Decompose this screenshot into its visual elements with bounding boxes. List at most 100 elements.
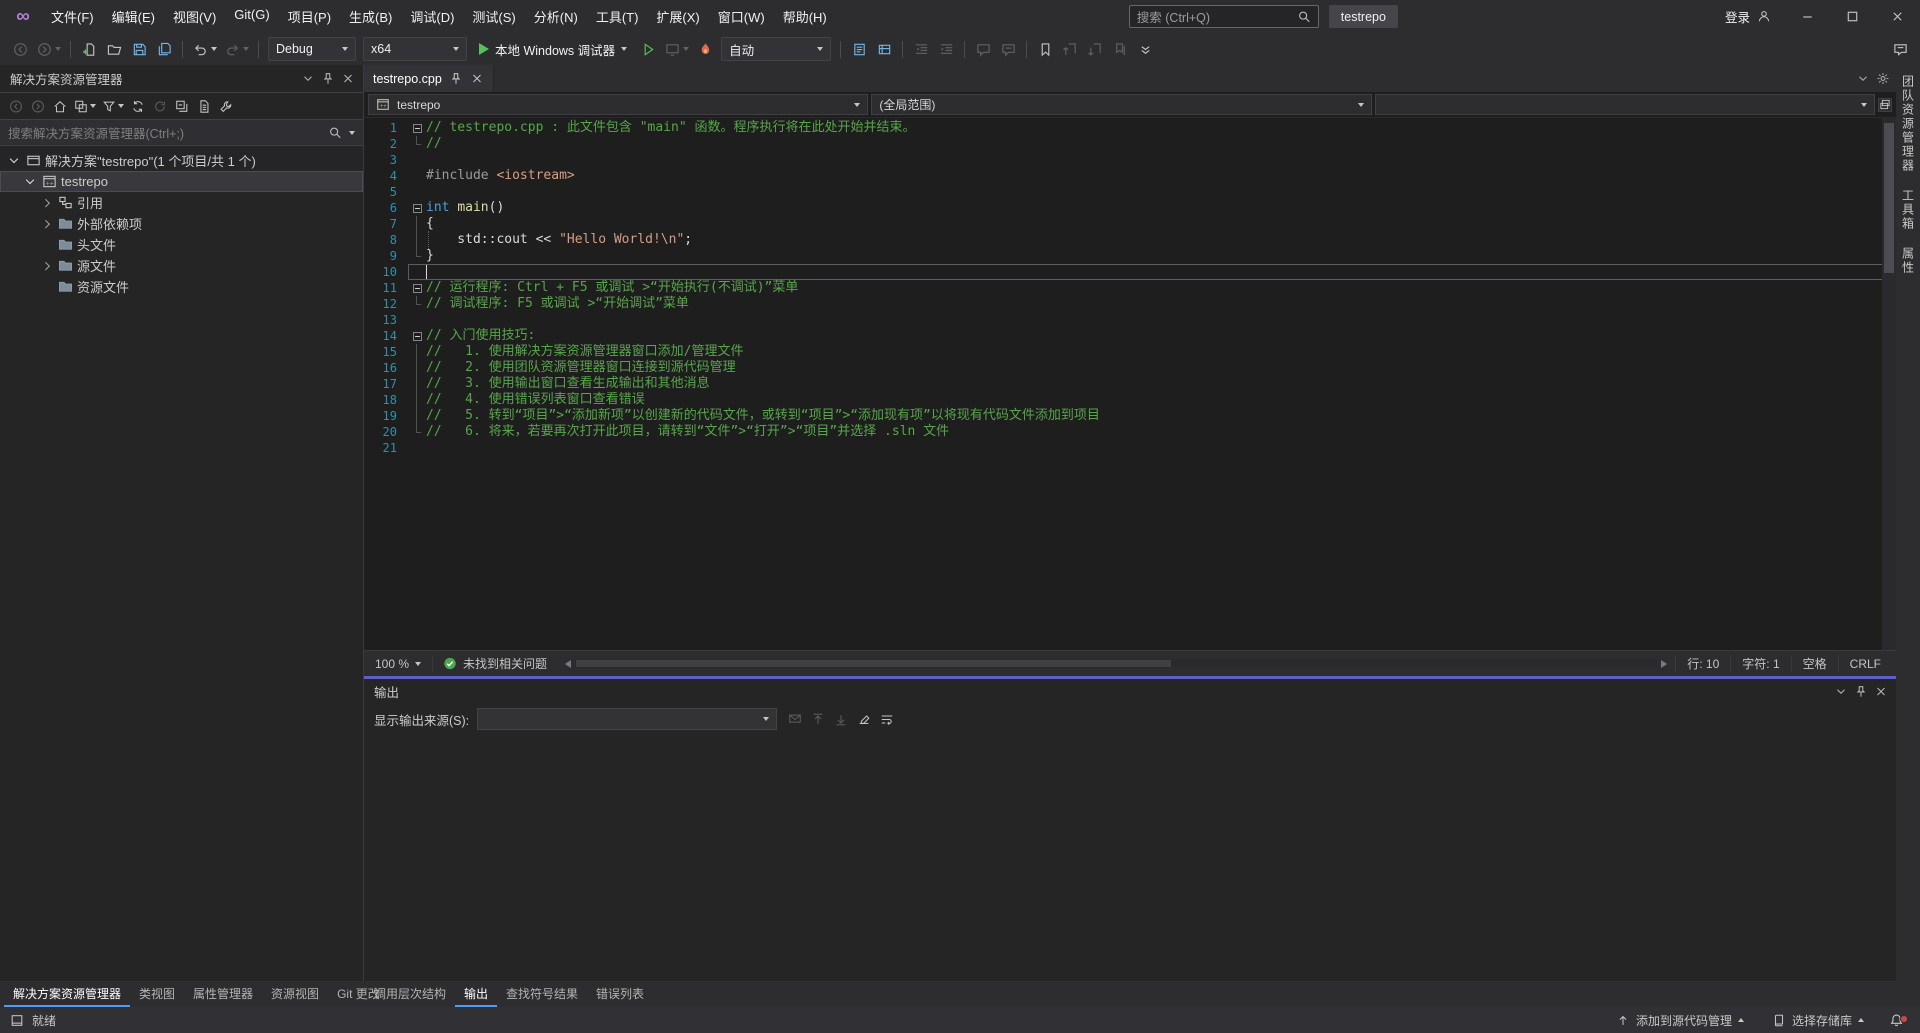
code-line-16[interactable]: 16// 2. 使用团队资源管理器窗口连接到源代码管理 [364, 360, 1896, 376]
expand-arrow-icon[interactable] [38, 263, 53, 269]
project-dropdown[interactable]: ++ testrepo [368, 94, 868, 115]
forward-button[interactable] [28, 95, 48, 117]
expand-arrow-icon[interactable] [22, 180, 37, 183]
bottom-panel-tab-1[interactable]: 输出 [455, 981, 497, 1007]
auto-hide-tab-0[interactable]: 团队资源管理器 [1900, 75, 1917, 173]
start-without-debug-button[interactable] [636, 37, 660, 61]
tree-item-5[interactable]: 源文件 [0, 255, 363, 276]
code-area[interactable]: 1// testrepo.cpp : 此文件包含 "main" 函数。程序执行将… [364, 118, 1896, 650]
clear-all-button[interactable] [854, 708, 874, 730]
bookmark-prev-button[interactable] [1058, 37, 1082, 61]
code-line-1[interactable]: 1// testrepo.cpp : 此文件包含 "main" 函数。程序执行将… [364, 120, 1896, 136]
code-line-7[interactable]: 7{ [364, 216, 1896, 232]
select-repository-button[interactable]: 选择存储库 [1762, 1007, 1874, 1033]
pin-icon[interactable] [321, 72, 335, 86]
redo-button[interactable] [221, 37, 252, 61]
document-health-indicator[interactable]: 未找到相关问题 [432, 655, 557, 672]
home-button[interactable] [50, 95, 70, 117]
char-indicator[interactable]: 字符: 1 [1730, 655, 1790, 673]
window-position-icon[interactable] [301, 72, 315, 86]
goto-next-button[interactable] [831, 708, 851, 730]
code-line-4[interactable]: 4#include <iostream> [364, 168, 1896, 184]
toolbar-options-button[interactable] [1133, 37, 1157, 61]
left-panel-tab-2[interactable]: 属性管理器 [184, 981, 262, 1007]
scope-dropdown[interactable]: (全局范围) [871, 94, 1371, 115]
left-panel-tab-0[interactable]: 解决方案资源管理器 [4, 981, 130, 1007]
menu-item-5[interactable]: 生成(B) [340, 2, 401, 31]
code-map-button[interactable] [872, 37, 896, 61]
indent-increase-button[interactable] [934, 37, 958, 61]
code-line-3[interactable]: 3 [364, 152, 1896, 168]
code-line-2[interactable]: 2// [364, 136, 1896, 152]
pin-icon[interactable] [1854, 685, 1868, 699]
maximize-button[interactable] [1830, 0, 1875, 33]
comment-button[interactable] [971, 37, 995, 61]
bookmark-button[interactable] [1033, 37, 1057, 61]
menu-item-10[interactable]: 扩展(X) [647, 2, 708, 31]
expand-arrow-icon[interactable] [38, 200, 53, 206]
forward-button[interactable] [33, 37, 64, 61]
code-line-5[interactable]: 5 [364, 184, 1896, 200]
menu-item-0[interactable]: 文件(F) [42, 2, 103, 31]
code-line-12[interactable]: 12// 调试程序: F5 或调试 >“开始调试”菜单 [364, 296, 1896, 312]
code-line-11[interactable]: 11// 运行程序: Ctrl + F5 或调试 >“开始执行(不调试)”菜单 [364, 280, 1896, 296]
properties-button[interactable] [216, 95, 236, 117]
background-tasks-icon[interactable] [10, 1013, 24, 1027]
code-line-21[interactable]: 21 [364, 440, 1896, 456]
quick-search-box[interactable]: 搜索 (Ctrl+Q) [1129, 5, 1319, 28]
save-button[interactable] [127, 37, 151, 61]
auto-hide-tab-1[interactable]: 工具箱 [1900, 189, 1917, 231]
show-all-files-button[interactable] [194, 95, 214, 117]
goto-message-button[interactable] [785, 708, 805, 730]
bookmark-list-button[interactable] [1108, 37, 1132, 61]
editor-horizontal-scrollbar[interactable] [565, 659, 1667, 668]
auto-hide-tab-2[interactable]: 属性 [1900, 247, 1917, 275]
bottom-panel-tab-2[interactable]: 查找符号结果 [497, 981, 587, 1007]
code-line-8[interactable]: 8 std::cout << "Hello World!\n"; [364, 232, 1896, 248]
back-button[interactable] [6, 95, 26, 117]
bottom-panel-tab-3[interactable]: 错误列表 [587, 981, 653, 1007]
indent-decrease-button[interactable] [909, 37, 933, 61]
scroll-left-icon[interactable] [565, 660, 571, 668]
scrollbar-thumb[interactable] [1884, 123, 1894, 273]
output-header[interactable]: 输出 [364, 679, 1896, 704]
solution-explorer-header[interactable]: 解决方案资源管理器 [0, 65, 363, 92]
search-options-caret[interactable] [349, 131, 355, 135]
add-to-source-control-button[interactable]: 添加到源代码管理 [1606, 1007, 1754, 1033]
new-query-button[interactable] [847, 37, 871, 61]
sync-active-button[interactable] [128, 95, 148, 117]
menu-item-4[interactable]: 项目(P) [279, 2, 340, 31]
menu-item-2[interactable]: 视图(V) [164, 2, 225, 31]
tree-item-0[interactable]: 解决方案"testrepo"(1 个项目/共 1 个) [0, 150, 363, 171]
code-line-9[interactable]: 9} [364, 248, 1896, 264]
save-all-button[interactable] [152, 37, 176, 61]
bottom-panel-tab-0[interactable]: 调用层次结构 [365, 981, 455, 1007]
menu-item-6[interactable]: 调试(D) [401, 2, 463, 31]
open-folder-button[interactable] [102, 37, 126, 61]
new-file-button[interactable] [77, 37, 101, 61]
hot-reload-mode-combo[interactable]: 自动 [721, 37, 831, 61]
fold-collapse-icon[interactable] [408, 120, 426, 136]
zoom-dropdown[interactable]: 100 % [368, 653, 432, 675]
eol-indicator[interactable]: CRLF [1838, 655, 1892, 673]
close-icon[interactable] [341, 72, 355, 86]
switch-views-button[interactable] [72, 95, 98, 117]
fold-collapse-icon[interactable] [408, 280, 426, 296]
pin-tab-icon[interactable] [449, 72, 463, 86]
undo-button[interactable] [189, 37, 220, 61]
code-line-6[interactable]: 6int main() [364, 200, 1896, 216]
goto-prev-button[interactable] [808, 708, 828, 730]
menu-item-12[interactable]: 帮助(H) [774, 2, 836, 31]
split-editor-icon[interactable] [1878, 98, 1892, 112]
collapse-all-button[interactable] [172, 95, 192, 117]
fold-collapse-icon[interactable] [408, 328, 426, 344]
editor-vertical-scrollbar[interactable] [1882, 118, 1896, 650]
code-line-15[interactable]: 15// 1. 使用解决方案资源管理器窗口添加/管理文件 [364, 344, 1896, 360]
uncomment-button[interactable] [996, 37, 1020, 61]
member-dropdown[interactable] [1375, 94, 1875, 115]
attach-process-button[interactable] [661, 37, 692, 61]
bookmark-next-button[interactable] [1083, 37, 1107, 61]
feedback-button[interactable] [1888, 37, 1912, 61]
solution-search-input[interactable]: 搜索解决方案资源管理器(Ctrl+;) [0, 120, 363, 146]
platform-combo[interactable]: x64 [363, 37, 467, 61]
